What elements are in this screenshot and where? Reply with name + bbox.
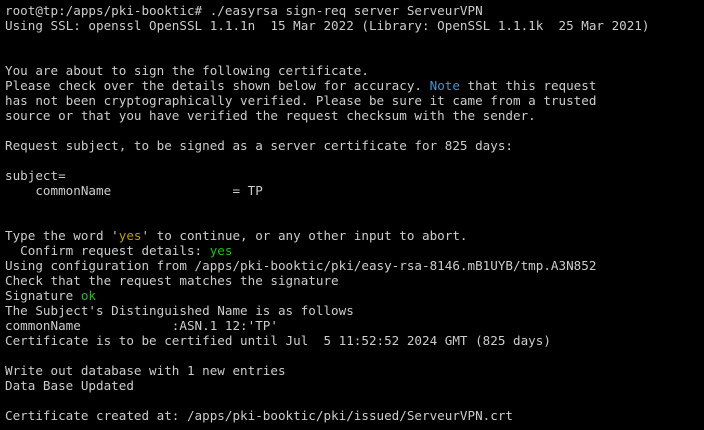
terminal-line: Request subject, to be signed as a serve… <box>5 138 704 153</box>
terminal-line: commonName :ASN.1 12:'TP' <box>5 318 704 333</box>
terminal-line: source or that you have verified the req… <box>5 108 704 123</box>
terminal-text: Please check over the details shown belo… <box>5 78 430 93</box>
terminal-text: ' to continue, or any other input to abo… <box>141 228 468 243</box>
terminal-text: Signature <box>5 288 81 303</box>
terminal-line: Using SSL: openssl OpenSSL 1.1.1n 15 Mar… <box>5 18 704 33</box>
terminal-text: Data Base Updated <box>5 378 134 393</box>
terminal-line: subject= <box>5 168 704 183</box>
terminal-line: Data Base Updated <box>5 378 704 393</box>
terminal-line: Type the word 'yes' to continue, or any … <box>5 228 704 243</box>
terminal-line: You are about to sign the following cert… <box>5 63 704 78</box>
terminal-text: The Subject's Distinguished Name is as f… <box>5 303 354 318</box>
terminal-line: Check that the request matches the signa… <box>5 273 704 288</box>
terminal-line: Signature ok <box>5 288 704 303</box>
terminal-line: Certificate created at: /apps/pki-bookti… <box>5 408 704 423</box>
terminal-window[interactable]: root@tp:/apps/pki-booktic# ./easyrsa sig… <box>0 0 704 430</box>
highlighted-text: yes <box>209 243 233 258</box>
terminal-text: Confirm request details: <box>5 243 210 258</box>
terminal-line: has not been cryptographically verified.… <box>5 93 704 108</box>
terminal-text: Using SSL: openssl OpenSSL 1.1.1n 15 Mar… <box>5 18 650 33</box>
highlighted-text: yes <box>118 228 142 243</box>
terminal-line: Certificate is to be certified until Jul… <box>5 333 704 348</box>
terminal-text: Type the word ' <box>5 228 119 243</box>
terminal-text: Write out database with 1 new entries <box>5 363 286 378</box>
terminal-line: Using configuration from /apps/pki-bookt… <box>5 258 704 273</box>
terminal-line: The Subject's Distinguished Name is as f… <box>5 303 704 318</box>
terminal-text: You are about to sign the following cert… <box>5 63 369 78</box>
terminal-text: subject= <box>5 168 66 183</box>
terminal-text: that this request <box>459 78 597 93</box>
terminal-text: source or that you have verified the req… <box>5 108 536 123</box>
terminal-text: Check that the request matches the signa… <box>5 273 339 288</box>
highlighted-text: Note <box>429 78 460 93</box>
terminal-line: Write out database with 1 new entries <box>5 363 704 378</box>
terminal-line: commonName = TP <box>5 183 704 198</box>
terminal-text: has not been cryptographically verified.… <box>5 93 597 108</box>
terminal-line: Confirm request details: yes <box>5 243 704 258</box>
terminal-line: Please check over the details shown belo… <box>5 78 704 93</box>
terminal-text: Request subject, to be signed as a serve… <box>5 138 513 153</box>
terminal-text: commonName = TP <box>5 183 263 198</box>
terminal-text: Certificate created at: /apps/pki-bookti… <box>5 408 513 423</box>
terminal-line: root@tp:/apps/pki-booktic# ./easyrsa sig… <box>5 3 704 18</box>
highlighted-text: ok <box>80 288 96 303</box>
terminal-text: root@tp:/apps/pki-booktic# ./easyrsa sig… <box>5 3 483 18</box>
terminal-text: Using configuration from /apps/pki-bookt… <box>5 258 597 273</box>
terminal-text: commonName :ASN.1 12:'TP' <box>5 318 278 333</box>
terminal-text: Certificate is to be certified until Jul… <box>5 333 551 348</box>
